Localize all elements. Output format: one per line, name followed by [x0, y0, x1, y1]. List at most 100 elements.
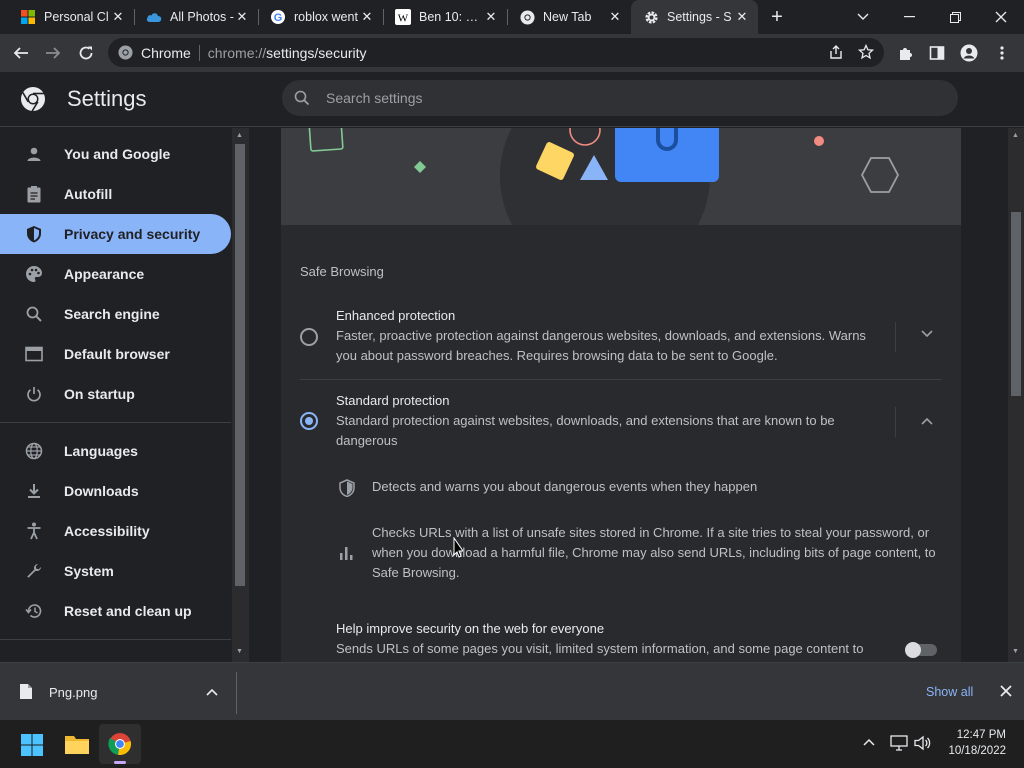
shield-icon: [339, 479, 355, 497]
search-settings-field[interactable]: Search settings: [282, 80, 958, 116]
restore-window-icon: [949, 11, 961, 23]
close-icon[interactable]: ✕: [483, 9, 499, 25]
profile-button[interactable]: [954, 38, 984, 68]
close-icon[interactable]: ✕: [359, 9, 375, 25]
chevron-down-icon: [857, 13, 869, 20]
sidebar-item-search-engine[interactable]: Search engine: [0, 294, 231, 334]
help-improve-toggle[interactable]: [905, 642, 937, 658]
sidebar-item-reset-and-clean-up[interactable]: Reset and clean up: [0, 591, 231, 631]
sidebar-item-privacy-and-security[interactable]: Privacy and security: [0, 214, 231, 254]
standard-protection-desc-line2: dangerous: [336, 433, 398, 448]
tab-all-photos[interactable]: All Photos - ✕: [134, 0, 258, 34]
search-icon: [24, 304, 44, 324]
sidebar-scroll-thumb[interactable]: [235, 144, 245, 586]
sidebar-item-you-and-google[interactable]: You and Google: [0, 134, 231, 174]
sidebar-item-accessibility[interactable]: Accessibility: [0, 511, 231, 551]
tab-new-tab[interactable]: New Tab ✕: [507, 0, 631, 34]
windows-start-icon[interactable]: [21, 734, 43, 756]
chrome-logo-icon: [20, 86, 46, 112]
close-icon: [1000, 685, 1012, 697]
reload-icon: [79, 46, 93, 60]
taskbar-time[interactable]: 12:47 PM: [954, 729, 1006, 741]
person-icon: [24, 144, 44, 164]
volume-icon[interactable]: [914, 735, 932, 751]
arrow-left-icon: [13, 47, 28, 59]
shield-icon: [24, 224, 44, 244]
close-icon[interactable]: ✕: [110, 9, 126, 25]
detail-checks-urls-line3: Safe Browsing.: [372, 565, 460, 580]
download-options-button[interactable]: [206, 688, 218, 696]
chevron-up-icon: [206, 688, 218, 696]
chevron-up-icon: [921, 417, 933, 425]
tab-title: Ben 10: Rev: [419, 10, 483, 24]
sidebar-item-downloads[interactable]: Downloads: [0, 471, 231, 511]
more-vertical-icon: [1000, 46, 1004, 60]
sidebar-item-appearance[interactable]: Appearance: [0, 254, 231, 294]
standard-protection-radio[interactable]: [300, 412, 318, 430]
arrow-right-icon: [46, 47, 61, 59]
settings-header: Settings Search settings: [0, 72, 1024, 127]
tab-roblox[interactable]: G roblox went ✕: [258, 0, 383, 34]
chevron-up-icon[interactable]: [863, 738, 875, 746]
svg-text:G: G: [274, 12, 283, 24]
sidebar-scrollbar[interactable]: ▲ ▼: [232, 128, 249, 662]
google-icon: G: [270, 9, 286, 25]
close-icon[interactable]: ✕: [234, 9, 250, 25]
tab-search-button[interactable]: [840, 0, 886, 34]
menu-button[interactable]: [987, 38, 1017, 68]
back-button[interactable]: [6, 38, 36, 68]
address-bar[interactable]: Chrome chrome://settings/security: [108, 38, 884, 67]
side-panel-icon: [929, 46, 945, 60]
wikipedia-icon: W: [395, 9, 411, 25]
sidebar-item-languages[interactable]: Languages: [0, 431, 231, 471]
reload-button[interactable]: [71, 38, 101, 68]
share-icon[interactable]: [828, 44, 844, 60]
section-heading-safe-browsing: Safe Browsing: [300, 264, 384, 279]
sidebar-item-on-startup[interactable]: On startup: [0, 374, 231, 414]
browser-icon: [24, 344, 44, 364]
chrome-icon: [519, 9, 535, 25]
sidebar-item-autofill[interactable]: Autofill: [0, 174, 231, 214]
chrome-icon: [108, 732, 132, 756]
forward-button[interactable]: [38, 38, 68, 68]
main-scrollbar[interactable]: ▲ ▼: [1008, 128, 1024, 662]
collapse-standard-button[interactable]: [921, 417, 933, 425]
tab-settings[interactable]: Settings - S ✕: [631, 0, 758, 34]
site-label: Chrome: [141, 44, 191, 61]
bookmark-star-icon[interactable]: [858, 44, 874, 60]
tab-strip: Personal Cl ✕ All Photos - ✕ G roblox we…: [0, 0, 1024, 34]
standard-protection-title: Standard protection: [336, 393, 450, 408]
taskbar-chrome-button[interactable]: [99, 724, 141, 764]
close-download-bar-button[interactable]: [1000, 685, 1012, 697]
url-host: chrome://: [207, 44, 267, 61]
browser-toolbar: Chrome chrome://settings/security: [0, 34, 1024, 72]
file-explorer-icon[interactable]: [64, 733, 90, 755]
download-file-name[interactable]: Png.png: [49, 685, 97, 700]
settings-sidebar: You and Google Autofill Privacy and secu…: [0, 128, 250, 662]
help-improve-desc: Sends URLs of some pages you visit, limi…: [336, 641, 864, 656]
restore-button[interactable]: [932, 0, 978, 34]
minimize-button[interactable]: [886, 0, 932, 34]
main-scroll-thumb[interactable]: [1011, 212, 1021, 396]
expand-enhanced-button[interactable]: [921, 330, 933, 338]
bar-chart-icon: [340, 547, 354, 560]
enhanced-protection-desc-line2: you about password breaches. Requires br…: [336, 348, 778, 363]
tab-ben10[interactable]: W Ben 10: Rev ✕: [383, 0, 507, 34]
avatar-icon: [960, 44, 978, 62]
tab-personal[interactable]: Personal Cl ✕: [8, 0, 134, 34]
show-all-downloads-link[interactable]: Show all: [926, 685, 973, 699]
side-panel-button[interactable]: [922, 38, 952, 68]
network-icon[interactable]: [890, 735, 908, 751]
settings-gear-icon: [643, 9, 659, 25]
detail-detects-warns: Detects and warns you about dangerous ev…: [372, 479, 758, 494]
enhanced-protection-radio[interactable]: [300, 328, 318, 346]
extensions-button[interactable]: [891, 38, 921, 68]
close-icon[interactable]: ✕: [734, 9, 750, 25]
taskbar-date[interactable]: 10/18/2022: [946, 745, 1006, 757]
sidebar-item-default-browser[interactable]: Default browser: [0, 334, 231, 374]
sidebar-item-system[interactable]: System: [0, 551, 231, 591]
new-tab-button[interactable]: +: [764, 6, 790, 28]
windows-taskbar: 12:47 PM 10/18/2022: [0, 720, 1024, 768]
close-icon[interactable]: ✕: [607, 9, 623, 25]
close-window-button[interactable]: [978, 0, 1024, 34]
